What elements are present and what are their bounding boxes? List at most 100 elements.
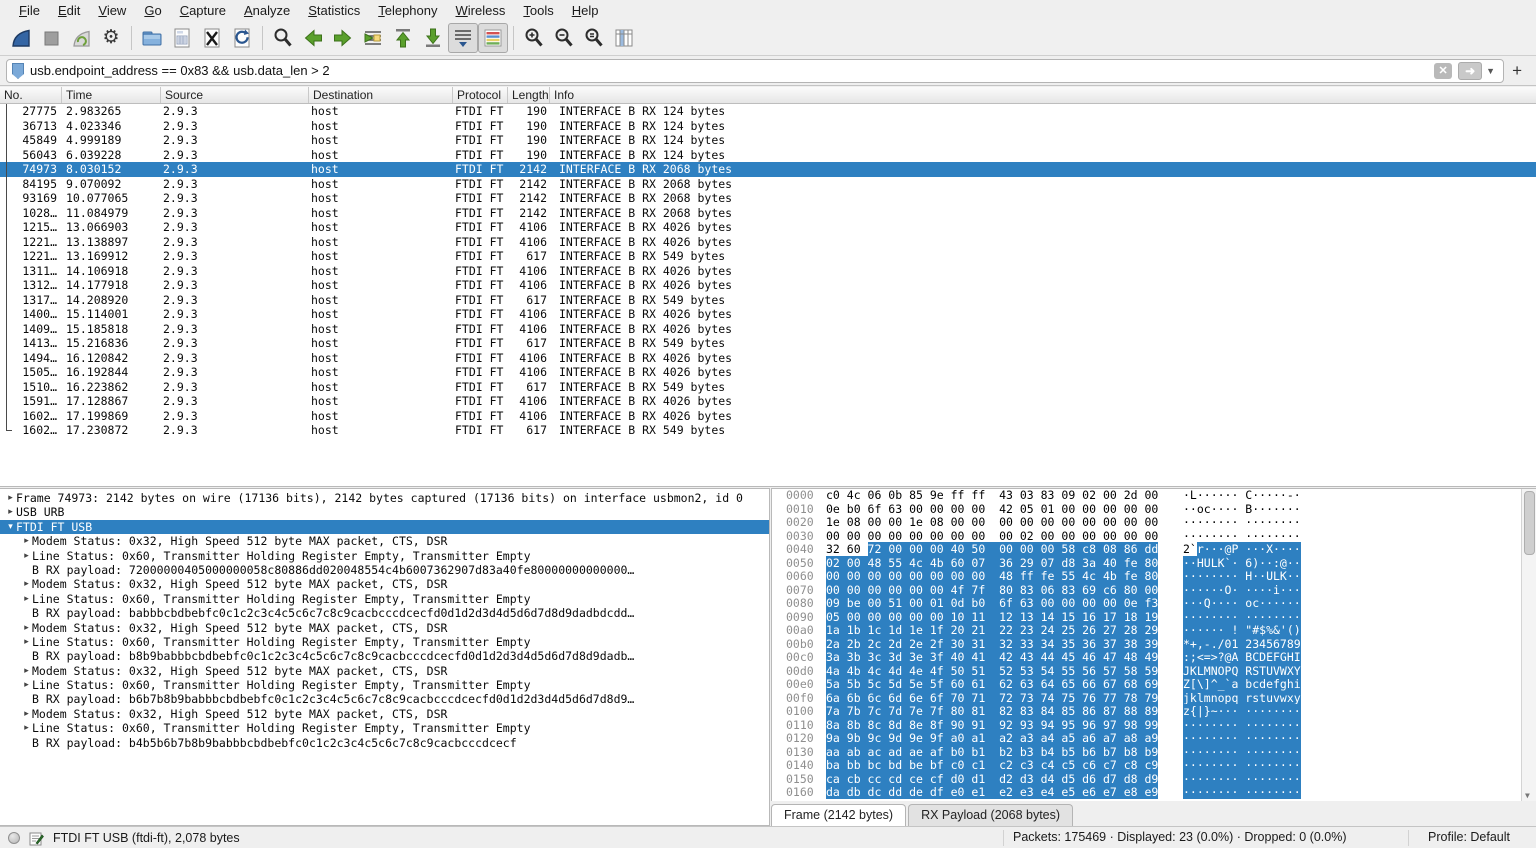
column-header-time[interactable]: Time xyxy=(62,87,161,103)
packet-row[interactable]: 1221… 13.169912 2.9.3 host FTDI FT 617 INTERFA… xyxy=(0,249,1536,264)
detail-row[interactable]: ▸ Modem Status: 0x32, High Speed 512 byte… xyxy=(0,664,769,678)
bytes-scrollbar[interactable]: ▼ xyxy=(1521,489,1536,801)
go-back-button[interactable] xyxy=(298,23,328,53)
column-header-length[interactable]: Length xyxy=(508,87,550,103)
expander-expanded-icon[interactable]: ▾ xyxy=(5,520,16,534)
hex-row[interactable]: 0000 c0 4c 06 0b 85 9e ff ff 43 03 83 09 … xyxy=(772,489,1536,503)
detail-row[interactable]: ▸ USB URB xyxy=(0,505,769,519)
start-capture-button[interactable] xyxy=(6,23,36,53)
hex-row[interactable]: 00e0 5a 5b 5c 5d 5e 5f 60 61 62 63 64 65 … xyxy=(772,677,1536,692)
expander-collapsed-icon[interactable]: ▸ xyxy=(21,678,32,692)
hex-row[interactable]: 00d0 4a 4b 4c 4d 4e 4f 50 51 52 53 54 55 … xyxy=(772,663,1536,679)
colorize-button[interactable] xyxy=(478,22,508,53)
scrollbar-down-arrow-icon[interactable]: ▼ xyxy=(1525,791,1530,800)
filter-expression[interactable]: usb.endpoint_address == 0x83 && usb.data… xyxy=(30,63,1434,78)
menu-wireless[interactable]: Wireless xyxy=(447,1,515,20)
go-to-packet-button[interactable] xyxy=(358,23,388,53)
expander-collapsed-icon[interactable]: ▸ xyxy=(5,505,16,519)
menu-capture[interactable]: Capture xyxy=(171,1,235,20)
hex-row[interactable]: 0160 da db dc dd de df e0 e1 e2 e3 e4 e5 … xyxy=(772,785,1536,800)
packet-row[interactable]: 1409… 15.185818 2.9.3 host FTDI FT 4106 INTERF… xyxy=(0,322,1536,337)
expert-info-icon[interactable] xyxy=(8,832,20,844)
detail-row[interactable]: B RX payload: b6b7b8b9babbbcbdbebfc0c1c2… xyxy=(0,692,769,706)
menu-statistics[interactable]: Statistics xyxy=(299,1,369,20)
tab-frame-2142-bytes-[interactable]: Frame (2142 bytes) xyxy=(771,804,907,826)
zoom-in-button[interactable] xyxy=(519,23,549,53)
hex-row[interactable]: 0090 05 00 00 00 00 00 10 11 12 13 14 15 … xyxy=(772,609,1536,625)
filter-add-button[interactable]: + xyxy=(1504,61,1530,81)
menu-analyze[interactable]: Analyze xyxy=(235,1,299,20)
expander-collapsed-icon[interactable]: ▸ xyxy=(5,491,16,505)
expander-collapsed-icon[interactable]: ▸ xyxy=(21,635,32,649)
resize-columns-button[interactable] xyxy=(609,23,639,53)
hex-row[interactable]: 0100 7a 7b 7c 7d 7e 7f 80 81 82 83 84 85 … xyxy=(772,704,1536,719)
stop-capture-button[interactable] xyxy=(36,23,66,53)
expander-collapsed-icon[interactable]: ▸ xyxy=(21,707,32,721)
hex-row[interactable]: 0020 1e 08 00 00 1e 08 00 00 00 00 00 00 … xyxy=(772,515,1536,530)
packet-row[interactable]: 1602… 17.230872 2.9.3 host FTDI FT 617 INTERFA… xyxy=(0,423,1536,438)
packet-row[interactable]: 56043 6.039228 2.9.3 host FTDI FT 190 INTERFAC… xyxy=(0,148,1536,163)
hex-row[interactable]: 0150 ca cb cc cd ce cf d0 d1 d2 d3 d4 d5 … xyxy=(772,771,1536,787)
column-header-info[interactable]: Info xyxy=(550,87,1536,103)
hex-row[interactable]: 0140 ba bb bc bd be bf c0 c1 c2 c3 c4 c5 … xyxy=(772,758,1536,773)
expander-collapsed-icon[interactable]: ▸ xyxy=(21,621,32,635)
detail-row[interactable]: ▸ Line Status: 0x60, Transmitter Holding … xyxy=(0,721,769,735)
packet-row[interactable]: 1311… 14.106918 2.9.3 host FTDI FT 4106 INTERF… xyxy=(0,264,1536,279)
detail-row[interactable]: ▸ Line Status: 0x60, Transmitter Holding … xyxy=(0,635,769,649)
detail-row[interactable]: ▸ Line Status: 0x60, Transmitter Holding … xyxy=(0,678,769,692)
packet-row[interactable]: 1215… 13.066903 2.9.3 host FTDI FT 4106 INTERF… xyxy=(0,220,1536,235)
packet-row[interactable]: 1221… 13.138897 2.9.3 host FTDI FT 4106 INTERF… xyxy=(0,235,1536,250)
bookmark-icon[interactable] xyxy=(12,62,24,79)
go-first-button[interactable] xyxy=(388,23,418,53)
expander-collapsed-icon[interactable]: ▸ xyxy=(21,549,32,563)
packet-row[interactable]: 1602… 17.199869 2.9.3 host FTDI FT 4106 INTERF… xyxy=(0,409,1536,424)
packet-row[interactable]: 74973 8.030152 2.9.3 host FTDI FT 2142 INTERFA… xyxy=(0,162,1536,177)
hex-row[interactable]: 0110 8a 8b 8c 8d 8e 8f 90 91 92 93 94 95 … xyxy=(772,717,1536,733)
expander-collapsed-icon[interactable]: ▸ xyxy=(21,577,32,591)
packet-row[interactable]: 45849 4.999189 2.9.3 host FTDI FT 190 INTERFAC… xyxy=(0,133,1536,148)
detail-row[interactable]: ▸ Frame 74973: 2142 bytes on wire (17136 … xyxy=(0,491,769,505)
packet-row[interactable]: 84195 9.070092 2.9.3 host FTDI FT 2142 INTERFA… xyxy=(0,177,1536,192)
packet-row[interactable]: 1400… 15.114001 2.9.3 host FTDI FT 4106 INTERF… xyxy=(0,307,1536,322)
detail-row[interactable]: ▾ FTDI FT USB xyxy=(0,519,769,535)
packet-row[interactable]: 1312… 14.177918 2.9.3 host FTDI FT 4106 INTERF… xyxy=(0,278,1536,293)
filter-dropdown-caret-icon[interactable]: ▼ xyxy=(1486,66,1495,76)
packet-row[interactable]: 1028… 11.084979 2.9.3 host FTDI FT 2142 INTERF… xyxy=(0,206,1536,221)
restart-capture-button[interactable] xyxy=(66,23,96,53)
column-header-no[interactable]: No. xyxy=(0,87,62,103)
detail-row[interactable]: B RX payload: babbbcbdbebfc0c1c2c3c4c5c6… xyxy=(0,606,769,620)
scrollbar-thumb[interactable] xyxy=(1524,491,1535,555)
hex-row[interactable]: 0060 00 00 00 00 00 00 00 00 48 ff fe 55 … xyxy=(772,569,1536,584)
expander-collapsed-icon[interactable]: ▸ xyxy=(21,721,32,735)
detail-row[interactable]: ▸ Modem Status: 0x32, High Speed 512 byte… xyxy=(0,534,769,548)
column-header-protocol[interactable]: Protocol xyxy=(453,87,508,103)
column-header-source[interactable]: Source xyxy=(161,87,309,103)
menu-file[interactable]: File xyxy=(10,1,49,20)
hex-row[interactable]: 0040 32 60 72 00 00 00 40 50 00 00 00 58 … xyxy=(772,542,1536,557)
packet-row[interactable]: 93169 10.077065 2.9.3 host FTDI FT 2142 INTERF… xyxy=(0,191,1536,206)
hex-row[interactable]: 0010 0e b0 6f 63 00 00 00 00 42 05 01 00 … xyxy=(772,502,1536,517)
go-last-button[interactable] xyxy=(418,23,448,53)
packet-row[interactable]: 1510… 16.223862 2.9.3 host FTDI FT 617 INTERFA… xyxy=(0,380,1536,395)
detail-row[interactable]: ▸ Modem Status: 0x32, High Speed 512 byte… xyxy=(0,577,769,591)
packet-row[interactable]: 1494… 16.120842 2.9.3 host FTDI FT 4106 INTERF… xyxy=(0,351,1536,366)
go-forward-button[interactable] xyxy=(328,23,358,53)
open-file-button[interactable] xyxy=(137,23,167,53)
auto-scroll-button[interactable] xyxy=(448,22,478,53)
capture-options-button[interactable]: ⚙ xyxy=(96,23,126,53)
hex-row[interactable]: 0120 9a 9b 9c 9d 9e 9f a0 a1 a2 a3 a4 a5 … xyxy=(772,731,1536,746)
expander-collapsed-icon[interactable]: ▸ xyxy=(21,592,32,606)
packet-row[interactable]: 1413… 15.216836 2.9.3 host FTDI FT 617 INTERFA… xyxy=(0,336,1536,351)
hex-row[interactable]: 00f0 6a 6b 6c 6d 6e 6f 70 71 72 73 74 75 … xyxy=(772,690,1536,706)
filter-apply-icon[interactable]: ➜ xyxy=(1458,61,1483,80)
packet-row[interactable]: 27775 2.983265 2.9.3 host FTDI FT 190 INTERFAC… xyxy=(0,104,1536,119)
detail-row[interactable]: ▸ Line Status: 0x60, Transmitter Holding … xyxy=(0,549,769,563)
filter-clear-icon[interactable]: ✕ xyxy=(1434,62,1453,79)
hex-row[interactable]: 00c0 3a 3b 3c 3d 3e 3f 40 41 42 43 44 45 … xyxy=(772,650,1536,665)
capture-comment-icon[interactable] xyxy=(29,831,44,846)
menu-view[interactable]: View xyxy=(89,1,135,20)
status-profile[interactable]: Profile: Default xyxy=(1428,830,1510,844)
hex-row[interactable]: 0130 aa ab ac ad ae af b0 b1 b2 b3 b4 b5 … xyxy=(772,744,1536,760)
display-filter-input[interactable]: usb.endpoint_address == 0x83 && usb.data… xyxy=(6,58,1505,83)
reload-file-button[interactable] xyxy=(227,23,257,53)
